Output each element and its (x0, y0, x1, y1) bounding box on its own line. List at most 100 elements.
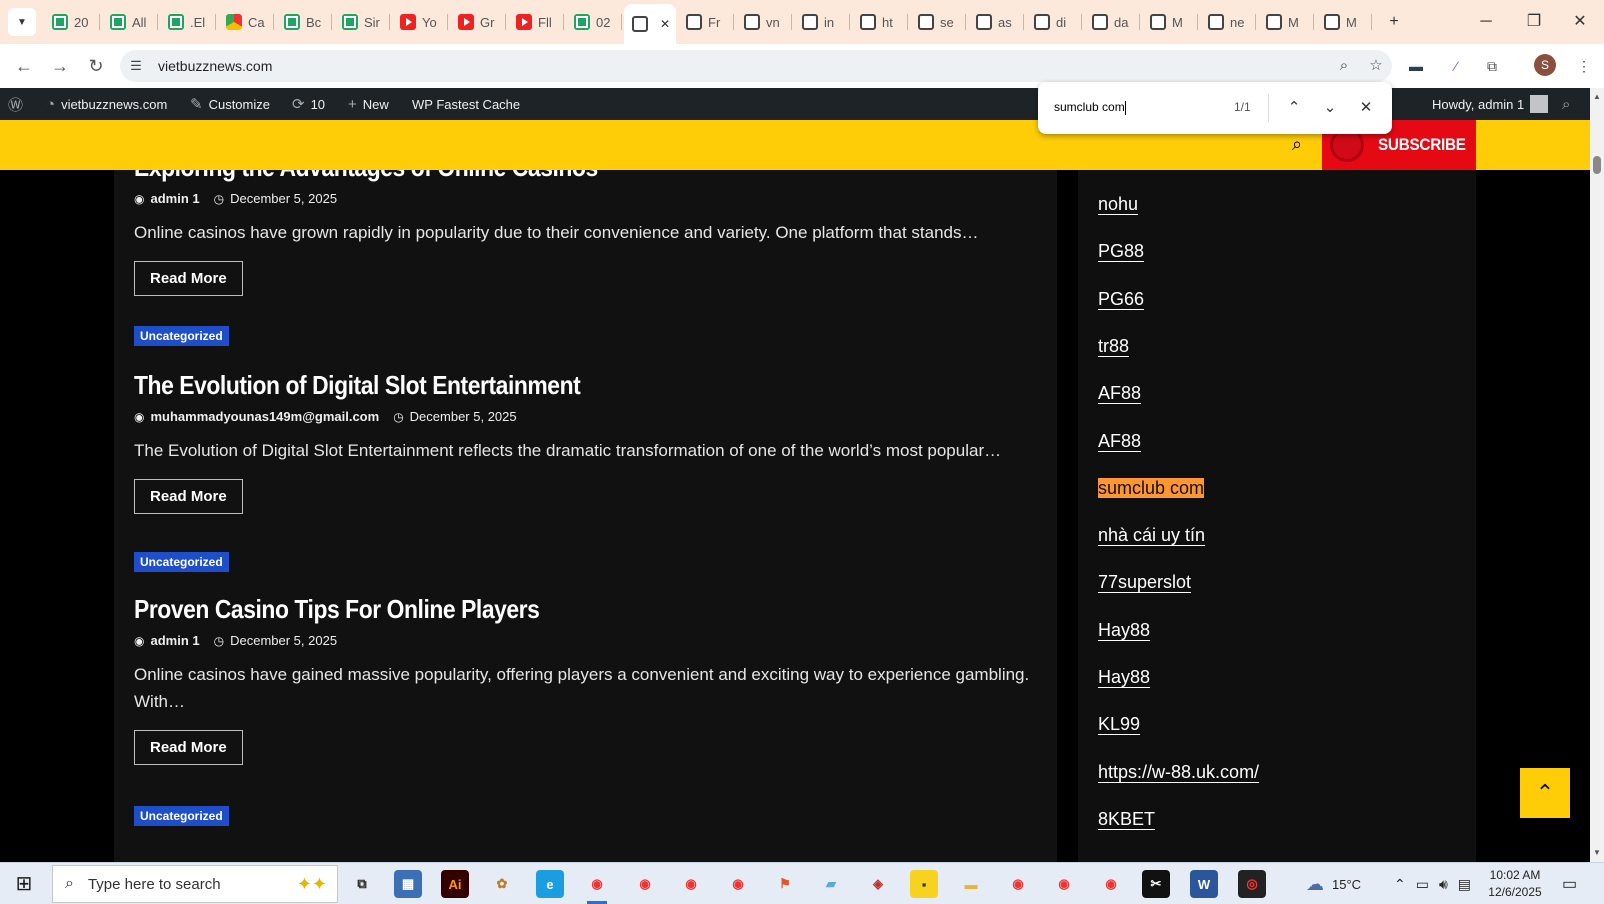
find-close-button[interactable]: ✕ (1354, 96, 1378, 120)
browser-tab[interactable]: M (1258, 6, 1314, 38)
browser-tab[interactable]: M (1316, 6, 1372, 38)
find-input[interactable]: sumclub com (1054, 100, 1126, 115)
taskbar-app-chrome[interactable]: ◉ (631, 870, 659, 898)
profile-avatar[interactable]: S (1534, 54, 1556, 76)
browser-tab[interactable]: ht (852, 6, 908, 38)
browser-tab[interactable]: Fr (678, 6, 734, 38)
taskbar-app-task-view[interactable]: ⧉ (348, 870, 376, 898)
find-next-button[interactable]: ⌄ (1318, 96, 1342, 120)
taskbar-app-calculator[interactable]: ▦ (394, 870, 422, 898)
sidebar-link[interactable]: https://w-88.uk.com/ (1098, 762, 1259, 783)
notifications-button[interactable]: ▭ (1562, 863, 1577, 904)
sidebar-link[interactable]: 8KBET (1098, 809, 1155, 830)
post-title[interactable]: The Evolution of Digital Slot Entertainm… (134, 370, 926, 401)
read-more-button[interactable]: Read More (134, 479, 243, 514)
post-date[interactable]: December 5, 2025 (410, 409, 517, 424)
sidebar-link[interactable]: KL99 (1098, 714, 1140, 735)
post-author[interactable]: admin 1 (150, 191, 199, 206)
address-bar[interactable]: ☰ vietbuzznews.com ⌕ ☆ (120, 50, 1392, 82)
post-date[interactable]: December 5, 2025 (230, 633, 337, 648)
taskbar-app-edge[interactable]: e (536, 870, 564, 898)
sidebar-link[interactable]: 77superslot (1098, 572, 1191, 593)
browser-tab[interactable]: ne (1200, 6, 1256, 38)
taskbar-app-sticky-notes[interactable]: ▪ (910, 870, 938, 898)
extension-pen-icon[interactable]: ⁄ (1446, 56, 1466, 76)
sidebar-link[interactable]: nohu (1098, 194, 1138, 215)
browser-tab[interactable]: Gr (450, 6, 506, 38)
taskbar-app-chrome[interactable]: ◉ (1004, 870, 1032, 898)
url-text[interactable]: vietbuzznews.com (158, 58, 272, 74)
browser-tab[interactable]: 02 (566, 6, 622, 38)
browser-tab[interactable]: .El (160, 6, 216, 38)
browser-tab[interactable]: M (1142, 6, 1198, 38)
bookmark-star-icon[interactable]: ☆ (1366, 56, 1386, 76)
sidebar-link[interactable]: tr88 (1098, 336, 1129, 357)
wp-search-button[interactable]: ⌕ (1562, 88, 1570, 120)
extension-wallet-icon[interactable]: ▬ (1406, 56, 1426, 76)
find-in-page-icon[interactable]: ⌕ (1334, 56, 1354, 76)
browser-tab[interactable]: vn (736, 6, 792, 38)
wp-updates-link[interactable]: ⟳ 10 (292, 88, 325, 120)
browser-tab[interactable]: Sir (334, 6, 390, 38)
speaker-icon[interactable]: 🔊︎ (1439, 876, 1448, 893)
post-title[interactable]: Proven Casino Tips For Online Players (134, 594, 926, 625)
browser-tab[interactable]: Ca (218, 6, 274, 38)
back-button[interactable]: ← (10, 52, 38, 80)
browser-tab[interactable]: ✕ (624, 4, 676, 44)
taskbar-app-screen-recorder[interactable]: ◎ (1238, 870, 1266, 898)
wp-new-link[interactable]: + New (348, 88, 389, 120)
site-settings-icon[interactable]: ☰ (128, 58, 144, 74)
tab-search-button[interactable]: ▼ (8, 8, 36, 36)
taskbar-app-word[interactable]: W (1190, 870, 1218, 898)
sidebar-link[interactable]: AF88 (1098, 383, 1141, 404)
taskbar-app-chrome[interactable]: ◉ (1097, 870, 1125, 898)
browser-tab[interactable]: Bc (276, 6, 332, 38)
category-badge[interactable]: Uncategorized (134, 552, 229, 572)
taskbar-app-capcut[interactable]: ✂ (1142, 870, 1170, 898)
minimize-button[interactable]: ─ (1474, 10, 1498, 34)
taskbar-app-game[interactable]: ◈ (864, 870, 892, 898)
close-tab-icon[interactable]: ✕ (660, 17, 670, 31)
wp-fastest-cache-link[interactable]: WP Fastest Cache (412, 88, 520, 120)
browser-tab[interactable]: se (910, 6, 966, 38)
browser-tab[interactable]: Yo (392, 6, 448, 38)
taskbar-app-paint[interactable]: ✿ (488, 870, 516, 898)
taskbar-app-flag-app[interactable]: ⚑ (771, 870, 799, 898)
find-previous-button[interactable]: ⌃ (1282, 96, 1306, 120)
post-author[interactable]: admin 1 (150, 633, 199, 648)
forward-button[interactable]: → (46, 52, 74, 80)
sidebar-link[interactable]: AF88 (1098, 431, 1141, 452)
post-title[interactable]: Exploring the Advantages of Online Casin… (134, 170, 926, 183)
post-author[interactable]: muhammadyounas149m@gmail.com (150, 409, 379, 424)
taskbar-app-chrome[interactable]: ◉ (677, 870, 705, 898)
wp-account-menu[interactable]: Howdy, admin 1 (1432, 88, 1549, 120)
page-scrollbar[interactable]: ▲ ▼ (1590, 88, 1604, 862)
browser-tab[interactable]: da (1084, 6, 1140, 38)
network-icon[interactable]: ▤ (1458, 876, 1471, 893)
browser-tab[interactable]: All (102, 6, 158, 38)
taskbar-app-chrome[interactable]: ◉ (1050, 870, 1078, 898)
browser-tab[interactable]: in (794, 6, 850, 38)
show-hidden-icons-icon[interactable]: ⌃ (1394, 876, 1406, 893)
restore-button[interactable]: ❐ (1522, 10, 1546, 34)
read-more-button[interactable]: Read More (134, 730, 243, 765)
more-menu-icon[interactable]: ⋮ (1574, 56, 1594, 76)
taskbar-search-box[interactable]: ⌕ Type here to search ✦✦ (52, 865, 338, 903)
sidebar-link[interactable]: PG88 (1098, 241, 1144, 262)
wp-customize-link[interactable]: ✎ Customize (190, 88, 270, 120)
weather-widget[interactable]: ☁ 15°C (1306, 863, 1361, 904)
category-badge[interactable]: Uncategorized (134, 806, 229, 826)
taskbar-app-notes[interactable]: ▰ (817, 870, 845, 898)
sidebar-link[interactable]: Hay88 (1098, 620, 1150, 641)
new-tab-button[interactable]: + (1382, 10, 1406, 34)
taskbar-app-illustrator[interactable]: Ai (441, 870, 469, 898)
scroll-up-arrow-icon[interactable]: ▲ (1592, 92, 1602, 102)
scroll-down-arrow-icon[interactable]: ▼ (1592, 848, 1602, 858)
header-search-button[interactable]: ⌕ (1286, 134, 1308, 156)
wp-site-link[interactable]: ◔ vietbuzznews.com (46, 88, 167, 120)
wordpress-logo-button[interactable]: Ⓦ (8, 88, 23, 120)
sidebar-link[interactable]: nhà cái uy tín (1098, 525, 1205, 546)
windows-start-button[interactable]: ⊞ (12, 873, 36, 895)
close-window-button[interactable]: ✕ (1568, 10, 1592, 34)
taskbar-clock[interactable]: 10:02 AM 12/6/2025 (1480, 867, 1550, 901)
